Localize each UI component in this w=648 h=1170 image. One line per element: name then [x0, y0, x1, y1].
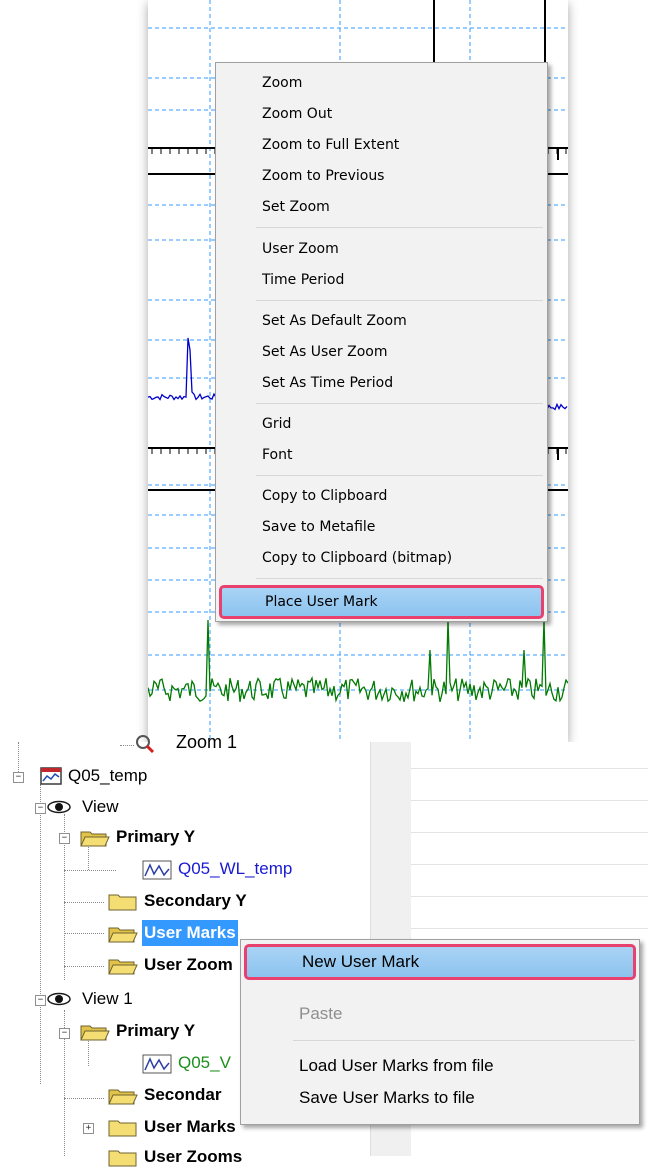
row-divider: [411, 864, 648, 865]
folder-icon: [108, 1150, 137, 1167]
tree-item-label: Q05_V: [178, 1053, 231, 1072]
row-divider: [411, 768, 648, 769]
menu-item-user-zoom[interactable]: User Zoom: [216, 235, 547, 263]
tree-expander[interactable]: −: [35, 803, 46, 814]
open-folder-icon: [108, 959, 138, 975]
menu-item-set-time-period[interactable]: Set As Time Period: [216, 369, 547, 397]
menu-item-font[interactable]: Font: [216, 441, 547, 469]
menu-item-load-user-marks[interactable]: Load User Marks from file: [241, 1049, 639, 1083]
menu-item-place-user-mark[interactable]: Place User Mark: [219, 585, 544, 619]
tree-item-label: Secondary Y: [144, 891, 247, 910]
menu-separator: [256, 227, 543, 228]
tree-item-label: Zoom 1: [176, 732, 238, 752]
menu-item-set-user-zoom[interactable]: Set As User Zoom: [216, 338, 547, 366]
open-folder-icon: [80, 831, 110, 847]
open-folder-icon: [108, 927, 138, 943]
menu-separator: [256, 300, 543, 301]
eye-icon: [47, 992, 71, 1006]
tree-item-label: Q05_WL_temp: [178, 859, 293, 878]
tree-connector: [64, 1098, 104, 1099]
tree-expander[interactable]: +: [83, 1123, 94, 1134]
tree-connector: [40, 784, 41, 1084]
tree-item-label: Secondar: [144, 1085, 222, 1104]
row-divider: [411, 832, 648, 833]
tree-item-label: View 1: [82, 989, 133, 1008]
menu-separator: [256, 475, 543, 476]
menu-item-copy-clipboard[interactable]: Copy to Clipboard: [216, 482, 547, 510]
tree-expander[interactable]: −: [59, 1028, 70, 1039]
tree-expander[interactable]: −: [35, 995, 46, 1006]
chart-window-icon: [40, 767, 62, 785]
tree-connector: [64, 870, 116, 871]
menu-item-zoom-previous[interactable]: Zoom to Previous: [216, 162, 547, 190]
menu-item-time-period[interactable]: Time Period: [216, 266, 547, 294]
eye-icon: [47, 800, 71, 814]
menu-item-zoom-out[interactable]: Zoom Out: [216, 100, 547, 128]
menu-item-copy-clipboard-bitmap[interactable]: Copy to Clipboard (bitmap): [216, 544, 547, 572]
series-icon: [142, 1054, 172, 1074]
magnifier-icon: [136, 735, 155, 753]
tree-connector: [18, 742, 19, 776]
folder-icon: [108, 1120, 137, 1137]
menu-separator: [256, 578, 543, 579]
menu-item-set-zoom[interactable]: Set Zoom: [216, 193, 547, 221]
menu-item-new-user-mark[interactable]: New User Mark: [244, 944, 636, 980]
menu-item-save-metafile[interactable]: Save to Metafile: [216, 513, 547, 541]
tree-connector: [64, 902, 104, 903]
tree-item-label: Q05_temp: [68, 766, 148, 785]
tree-context-menu: New User Mark Paste Load User Marks from…: [240, 939, 640, 1125]
tree-connector: [120, 745, 134, 746]
tree-item-label: User Marks: [144, 1117, 236, 1136]
open-folder-icon: [80, 1025, 110, 1041]
menu-item-paste: Paste: [299, 1004, 343, 1023]
menu-item-zoom-full-extent[interactable]: Zoom to Full Extent: [216, 131, 547, 159]
tree-item-label: User Zooms: [144, 1147, 243, 1166]
tree-expander[interactable]: −: [59, 833, 70, 844]
folder-icon: [108, 894, 137, 911]
tree-item-label: View: [82, 797, 119, 816]
menu-item-save-user-marks[interactable]: Save User Marks to file: [241, 1081, 639, 1115]
menu-separator: [256, 403, 543, 404]
menu-separator: [293, 1040, 635, 1041]
tree-item-label: User Zoom: [144, 955, 233, 974]
tree-connector: [88, 1038, 89, 1066]
menu-item-grid[interactable]: Grid: [216, 410, 547, 438]
open-folder-icon: [108, 1089, 138, 1105]
tree-item-label: Primary Y: [116, 1021, 196, 1040]
tree-item-label: Primary Y: [116, 827, 196, 846]
tree-item-label: User Marks: [142, 920, 238, 946]
tree-connector: [64, 966, 104, 967]
row-divider: [411, 896, 648, 897]
row-divider: [411, 928, 648, 929]
series-icon: [142, 860, 172, 880]
menu-item-set-default-zoom[interactable]: Set As Default Zoom: [216, 307, 547, 335]
row-divider: [411, 800, 648, 801]
chart-context-menu: Zoom Zoom Out Zoom to Full Extent Zoom t…: [215, 62, 548, 622]
tree-connector: [64, 933, 104, 934]
menu-item-zoom[interactable]: Zoom: [216, 69, 547, 97]
tree-expander[interactable]: −: [13, 772, 24, 783]
